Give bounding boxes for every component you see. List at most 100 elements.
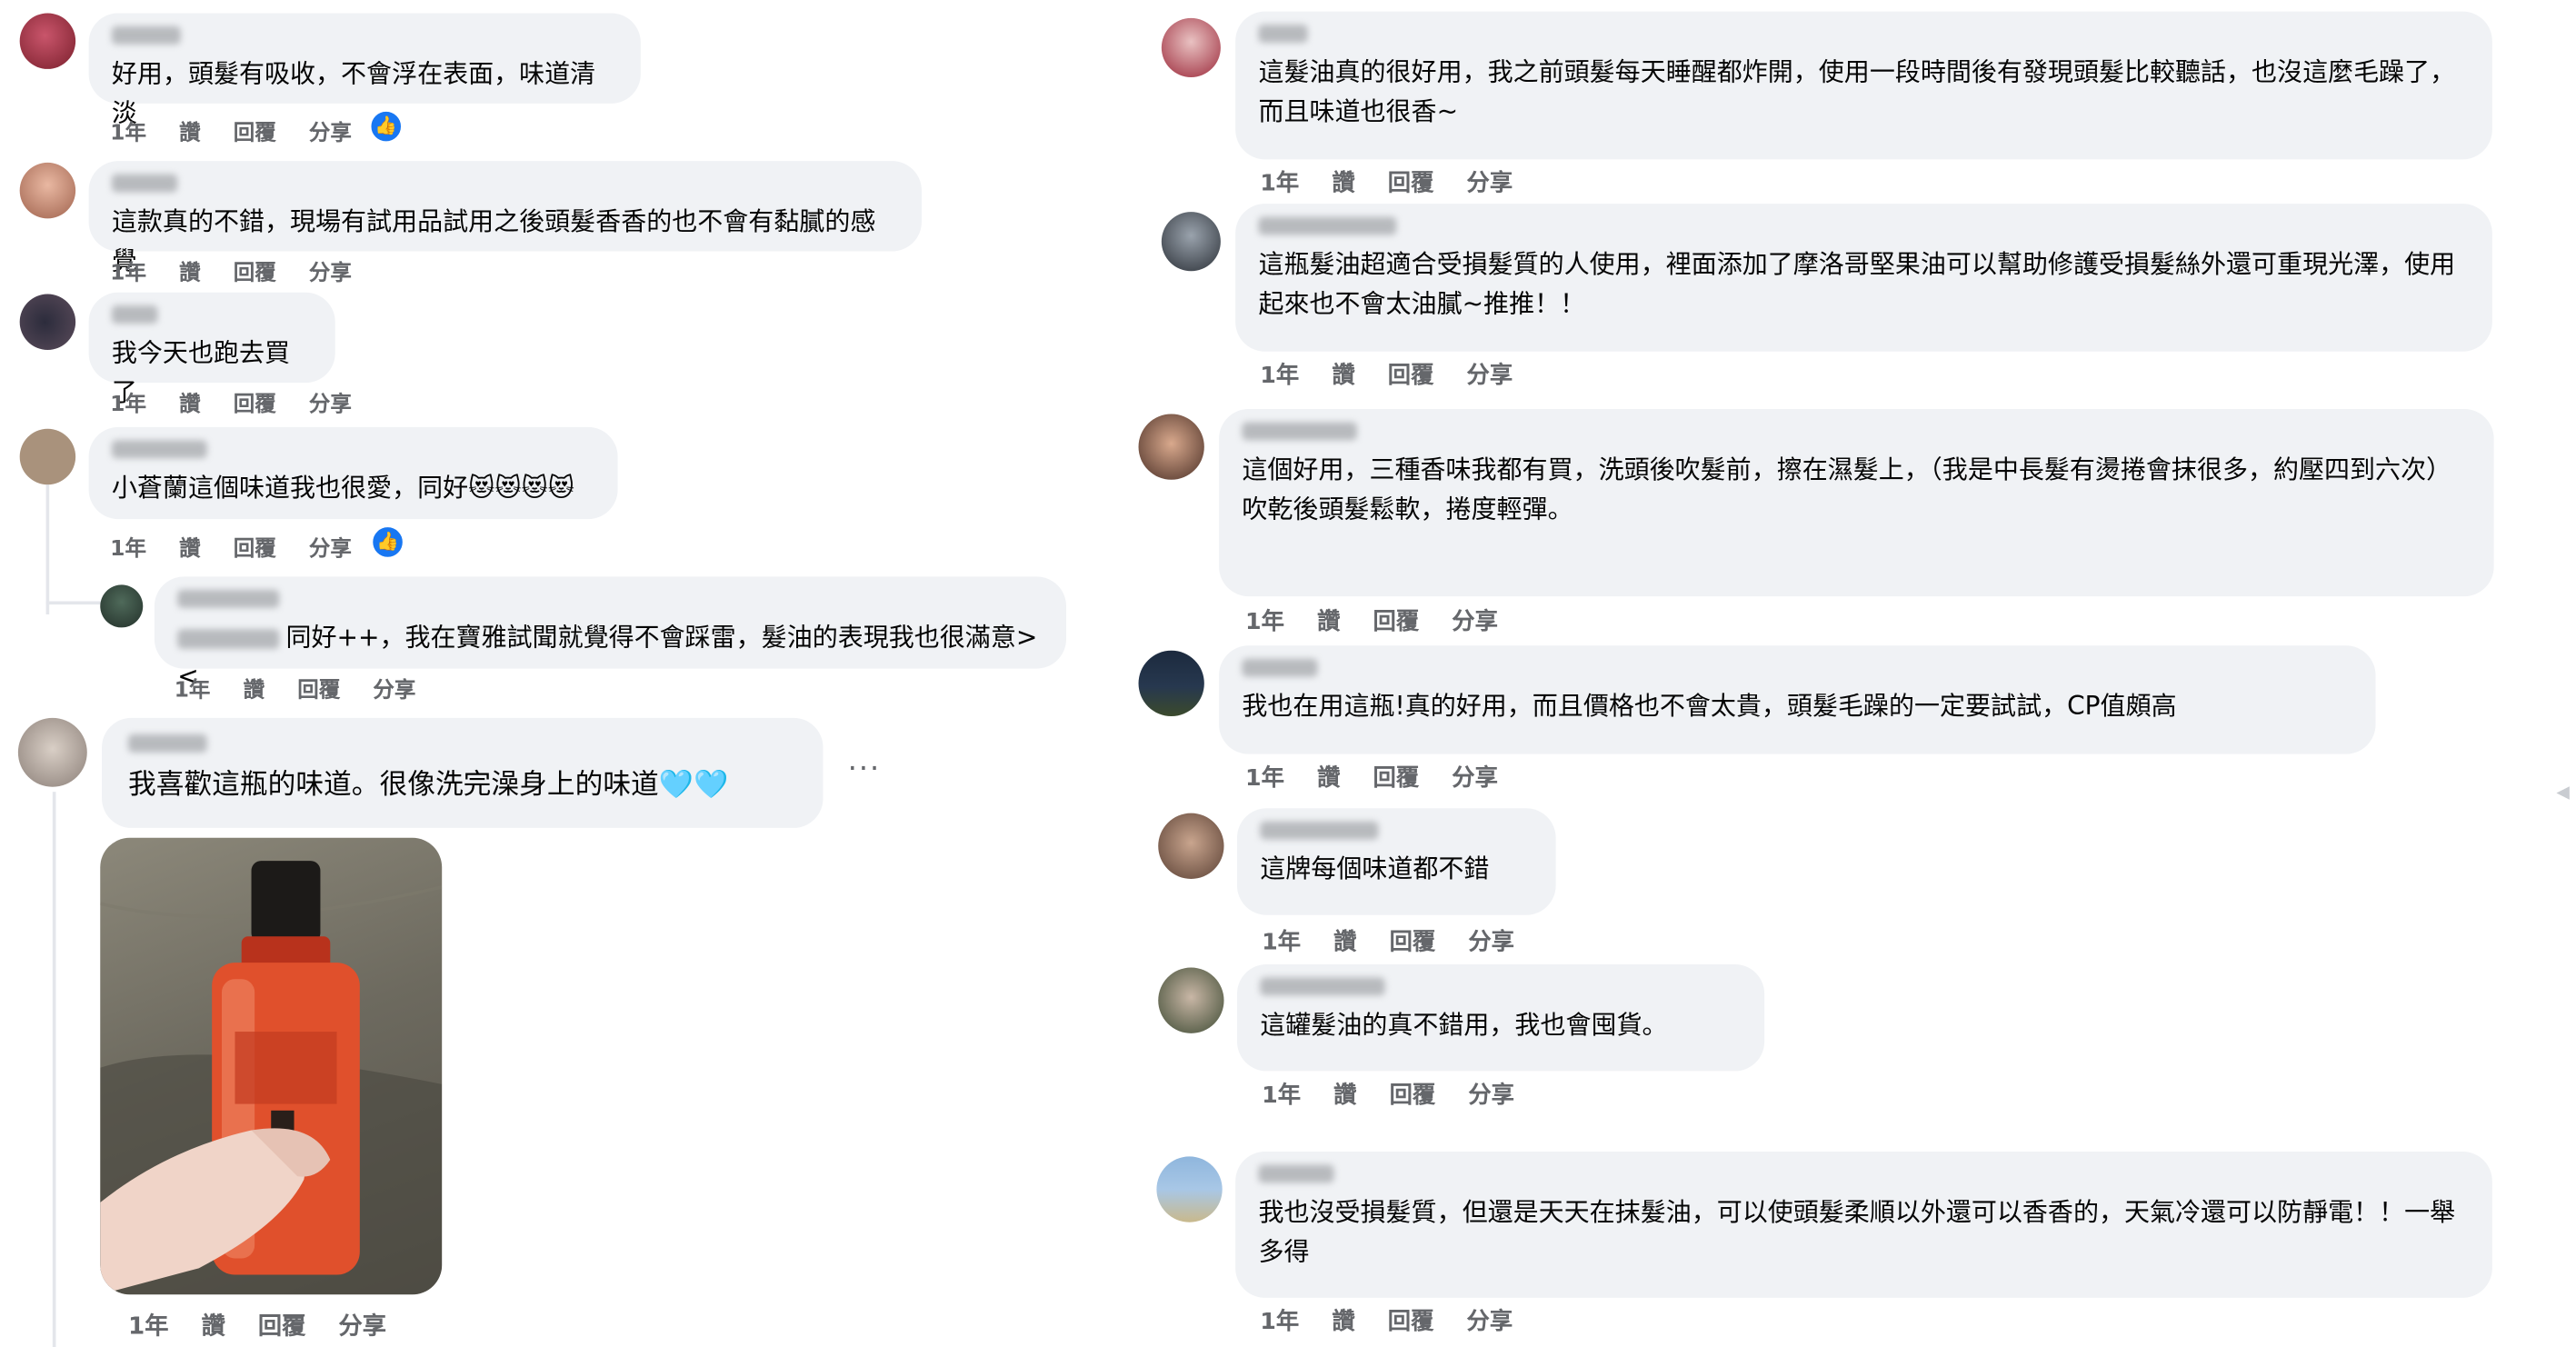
comment-text: 這罐髮油的真不錯用，我也會囤貨。 [1260, 1010, 1668, 1041]
reply-button[interactable]: 回覆 [1388, 1309, 1434, 1335]
commenter-name[interactable] [1258, 1164, 1334, 1183]
like-button[interactable]: 讚 [179, 122, 201, 146]
commenter-name[interactable] [1260, 977, 1385, 996]
timestamp[interactable]: 1年 [110, 261, 146, 285]
commenter-name[interactable] [111, 174, 178, 193]
comment-text: 我也沒受損髮質，但還是天天在抹髮油，可以使頭髮柔順以外還可以香香的，天氣冷還可以… [1258, 1197, 2456, 1267]
timestamp[interactable]: 1年 [175, 678, 211, 703]
reply-button[interactable]: 回覆 [258, 1314, 305, 1341]
like-button[interactable]: 讚 [1332, 363, 1354, 389]
commenter-name[interactable] [111, 305, 158, 324]
avatar[interactable] [1156, 1156, 1223, 1222]
reply-button[interactable]: 回覆 [234, 122, 276, 146]
comment-bubble: 我也沒受損髮質，但還是天天在抹髮油，可以使頭髮柔順以外還可以香香的，天氣冷還可以… [1235, 1151, 2492, 1298]
comment-actions: 1年 讚 回覆 分享 [110, 386, 384, 417]
timestamp[interactable]: 1年 [128, 1314, 168, 1341]
photo-svg [100, 861, 443, 1295]
comment-actions: 1年 讚 回覆 分享 [175, 672, 449, 703]
commenter-name[interactable] [177, 589, 280, 608]
commenter-name[interactable] [1258, 216, 1397, 235]
reply-button[interactable]: 回覆 [234, 537, 276, 562]
share-button[interactable]: 分享 [338, 1314, 385, 1341]
avatar[interactable] [100, 584, 144, 628]
reply-button[interactable]: 回覆 [1390, 930, 1436, 956]
comment-actions: 1年 讚 回覆 分享 [1245, 604, 1531, 637]
commenter-name[interactable] [1242, 422, 1357, 441]
like-button[interactable]: 讚 [244, 678, 265, 703]
share-button[interactable]: 分享 [1467, 171, 1513, 197]
avatar[interactable] [1161, 212, 1221, 272]
commenter-name[interactable] [127, 733, 207, 753]
timestamp[interactable]: 1年 [1262, 930, 1301, 956]
avatar[interactable] [19, 162, 76, 219]
share-button[interactable]: 分享 [1452, 610, 1498, 636]
thumbs-up-icon[interactable]: 👍 [369, 110, 403, 144]
like-button[interactable]: 讚 [179, 537, 201, 562]
reply-button[interactable]: 回覆 [1373, 765, 1420, 792]
comment-text: 這個好用，三種香味我都有買，洗頭後吹髮前，擦在濕髮上，（我是中長髮有燙捲會抹很多… [1242, 454, 2452, 524]
commenter-name[interactable] [1260, 821, 1379, 840]
avatar[interactable] [17, 717, 87, 787]
share-button[interactable]: 分享 [373, 678, 415, 703]
like-button[interactable]: 讚 [1317, 610, 1340, 636]
share-button[interactable]: 分享 [1467, 363, 1513, 389]
share-button[interactable]: 分享 [1467, 1309, 1513, 1335]
comment-actions: 1年 讚 回覆 分享 [1245, 761, 1531, 793]
comment-actions: 1年 讚 回覆 分享 [1260, 166, 1545, 199]
reply-button[interactable]: 回覆 [297, 678, 340, 703]
like-button[interactable]: 讚 [1333, 1083, 1356, 1109]
comment-actions: 1年 讚 回覆 分享 [128, 1308, 419, 1342]
reply-button[interactable]: 回覆 [1388, 363, 1434, 389]
reply-button[interactable]: 回覆 [1373, 610, 1420, 636]
like-button[interactable]: 讚 [1333, 930, 1356, 956]
like-button[interactable]: 讚 [202, 1314, 225, 1341]
timestamp[interactable]: 1年 [1260, 1309, 1299, 1335]
commenter-name[interactable] [1242, 658, 1318, 677]
avatar[interactable] [1158, 813, 1224, 879]
reply-button[interactable]: 回覆 [1388, 171, 1434, 197]
more-options-icon[interactable]: ··· [848, 753, 881, 787]
thumbs-up-icon[interactable]: 👍 [371, 525, 404, 559]
comment-actions: 1年 讚 回覆 分享 [110, 115, 384, 146]
avatar[interactable] [19, 428, 76, 485]
like-button[interactable]: 讚 [179, 393, 201, 417]
share-button[interactable]: 分享 [309, 122, 352, 146]
avatar[interactable] [19, 13, 76, 69]
avatar[interactable] [1138, 414, 1204, 480]
comment-bubble: 這牌每個味道都不錯 [1236, 808, 1556, 915]
like-button[interactable]: 讚 [1332, 171, 1354, 197]
comment-text: 這瓶髮油超適合受損髮質的人使用，裡面添加了摩洛哥堅果油可以幫助修護受損髮絲外還可… [1258, 249, 2456, 319]
reply-button[interactable]: 回覆 [234, 393, 276, 417]
comment-actions: 1年 讚 回覆 分享 [1262, 925, 1547, 958]
commenter-name[interactable] [111, 25, 181, 45]
reply-button[interactable]: 回覆 [234, 261, 276, 285]
attached-photo[interactable] [100, 837, 443, 1295]
reply-bubble: 同好++，我在寶雅試聞就覺得不會踩雷，髮油的表現我也很滿意>< [154, 576, 1067, 692]
timestamp[interactable]: 1年 [1245, 765, 1284, 792]
comment-bubble: 我喜歡這瓶的味道。很像洗完澡身上的味道🩵🩵 [102, 717, 824, 828]
share-button[interactable]: 分享 [309, 261, 352, 285]
like-button[interactable]: 讚 [1332, 1309, 1354, 1335]
commenter-name[interactable] [1258, 25, 1308, 43]
share-button[interactable]: 分享 [1468, 1083, 1514, 1109]
timestamp[interactable]: 1年 [110, 122, 146, 146]
timestamp[interactable]: 1年 [1245, 610, 1284, 636]
tagged-user[interactable] [177, 628, 280, 649]
timestamp[interactable]: 1年 [110, 537, 146, 562]
timestamp[interactable]: 1年 [1260, 171, 1299, 197]
avatar[interactable] [1161, 17, 1221, 77]
avatar[interactable] [1138, 650, 1204, 717]
avatar[interactable] [1158, 967, 1224, 1033]
timestamp[interactable]: 1年 [1262, 1083, 1301, 1109]
timestamp[interactable]: 1年 [110, 393, 146, 417]
reply-button[interactable]: 回覆 [1390, 1083, 1436, 1109]
share-button[interactable]: 分享 [1452, 765, 1498, 792]
like-button[interactable]: 讚 [1317, 765, 1340, 792]
share-button[interactable]: 分享 [309, 393, 352, 417]
like-button[interactable]: 讚 [179, 261, 201, 285]
timestamp[interactable]: 1年 [1260, 363, 1299, 389]
share-button[interactable]: 分享 [309, 537, 352, 562]
avatar[interactable] [19, 294, 76, 350]
commenter-name[interactable] [111, 440, 207, 459]
share-button[interactable]: 分享 [1468, 930, 1514, 956]
